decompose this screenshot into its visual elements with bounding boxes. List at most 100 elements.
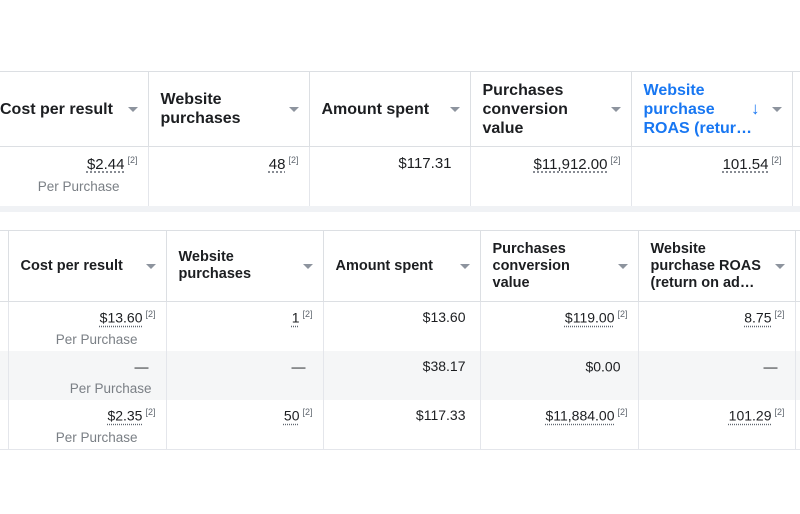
cell-amount-spent: $38.17 xyxy=(323,351,481,400)
footnote-marker: [2] xyxy=(127,155,138,165)
footnote-marker: [2] xyxy=(774,309,785,319)
column-header-website-purchase-roas[interactable]: Website purchase ROAS (retur… ↓ xyxy=(631,71,793,147)
cell-conversion-value: $11,912.00 [2] xyxy=(470,146,632,211)
roas-value[interactable]: 8.75 xyxy=(744,310,771,326)
column-header-website-purchases[interactable]: Website purchases xyxy=(166,230,324,302)
arrow-down-icon[interactable]: ↓ xyxy=(751,99,760,118)
table-row: $2.44 [2] Per Purchase 48 [2] $117.31 $11,… xyxy=(0,146,800,212)
cell-conversion-value: $119.00 [2] xyxy=(480,301,639,351)
column-header-overflow xyxy=(0,230,9,302)
cell-roas: 101.29 [2] xyxy=(638,400,796,450)
footnote-marker: [2] xyxy=(288,155,299,165)
result-type-label: Per Purchase xyxy=(55,331,138,347)
cell-overflow xyxy=(795,302,800,352)
footnote-marker: [2] xyxy=(610,155,621,165)
cell-website-purchases: — xyxy=(166,351,324,400)
column-header-purchases-conversion-value[interactable]: Purchases conversion value xyxy=(480,230,639,302)
header-row: Cost per result Website purchases Amount… xyxy=(0,230,800,302)
cell-roas: 101.54 [2] xyxy=(631,146,793,211)
cell-conversion-value: $11,884.00 [2] xyxy=(480,400,639,450)
column-header-purchases-conversion-value[interactable]: Purchases conversion value xyxy=(470,71,632,147)
column-header-label: Website purchases xyxy=(178,249,252,282)
footnote-marker: [2] xyxy=(145,309,156,319)
cost-value: — xyxy=(134,358,149,375)
cell-cost-per-result: $13.60 [2] Per Purchase xyxy=(8,301,167,351)
conversion-value: $0.00 xyxy=(585,358,621,375)
column-header-label: Purchases conversion value xyxy=(492,240,570,291)
column-header-label: Amount spent xyxy=(335,257,433,274)
cell-overflow xyxy=(0,301,9,351)
column-header-label: Cost per result xyxy=(0,100,113,118)
conversion-value[interactable]: $11,884.00 xyxy=(545,408,614,424)
table-row: $13.60 [2] Per Purchase 1 [2] $13.60 $119.… xyxy=(0,301,800,352)
cell-overflow xyxy=(795,400,800,450)
roas-value[interactable]: 101.54 xyxy=(723,156,769,173)
column-header-overflow xyxy=(792,71,800,147)
result-type-label: Per Purchase xyxy=(69,380,152,396)
conversion-value[interactable]: $119.00 xyxy=(565,310,615,326)
cost-value[interactable]: $2.35 xyxy=(107,408,142,424)
result-type-label: Per Purchase xyxy=(55,429,138,445)
section-divider xyxy=(0,206,800,212)
column-header-label: Website purchase ROAS (return on ad… xyxy=(650,240,761,291)
column-header-overflow xyxy=(795,230,800,302)
cell-amount-spent: $117.31 xyxy=(309,146,471,211)
cell-overflow xyxy=(0,351,9,400)
cell-cost-per-result: $2.35 [2] Per Purchase xyxy=(8,400,167,450)
cell-overflow xyxy=(0,400,9,450)
results-table-bottom: Cost per result Website purchases Amount… xyxy=(0,230,800,450)
column-header-website-purchases[interactable]: Website purchases xyxy=(148,71,310,147)
caret-down-icon[interactable] xyxy=(459,264,470,269)
column-header-label: Amount spent xyxy=(321,100,430,118)
caret-down-icon[interactable] xyxy=(449,107,460,112)
caret-down-icon[interactable] xyxy=(302,264,313,269)
footnote-marker: [2] xyxy=(617,309,628,319)
conversion-value[interactable]: $11,912.00 xyxy=(534,156,608,173)
spent-value: $38.17 xyxy=(422,358,466,374)
footnote-marker: [2] xyxy=(774,407,785,417)
caret-down-icon[interactable] xyxy=(145,264,156,269)
header-row: Cost per result Website purchases Amount… xyxy=(0,71,800,147)
cell-overflow xyxy=(795,351,800,400)
cell-cost-per-result: $2.44 [2] Per Purchase xyxy=(0,146,149,211)
caret-down-icon[interactable] xyxy=(771,107,782,112)
results-table-top: Cost per result Website purchases Amount… xyxy=(0,71,800,211)
cost-value[interactable]: $13.60 xyxy=(100,310,143,326)
spent-value: $13.60 xyxy=(422,309,466,325)
caret-down-icon[interactable] xyxy=(774,264,785,269)
column-header-cost-per-result[interactable]: Cost per result xyxy=(8,230,167,302)
table-row: — Per Purchase — $38.17 $0.00 — xyxy=(0,351,800,400)
purchases-value[interactable]: 50 xyxy=(284,408,300,424)
cell-website-purchases: 48 [2] xyxy=(148,146,310,211)
purchases-value[interactable]: 1 xyxy=(292,310,300,326)
column-header-amount-spent[interactable]: Amount spent xyxy=(323,230,481,302)
purchases-value[interactable]: 48 xyxy=(269,156,286,173)
cell-overflow xyxy=(792,147,800,212)
caret-down-icon[interactable] xyxy=(127,107,138,112)
caret-down-icon[interactable] xyxy=(617,264,628,269)
footnote-marker: [2] xyxy=(771,155,782,165)
cell-amount-spent: $117.33 xyxy=(323,400,481,450)
cost-value[interactable]: $2.44 xyxy=(87,156,125,173)
column-header-label: Purchases conversion value xyxy=(482,81,568,137)
column-header-amount-spent[interactable]: Amount spent xyxy=(309,71,471,147)
cell-amount-spent: $13.60 xyxy=(323,301,481,351)
roas-value[interactable]: 101.29 xyxy=(729,408,772,424)
caret-down-icon[interactable] xyxy=(288,107,299,112)
column-header-label: Cost per result xyxy=(20,257,123,274)
spent-value: $117.33 xyxy=(415,407,466,423)
result-type-label: Per Purchase xyxy=(37,179,120,194)
column-header-website-purchase-roas[interactable]: Website purchase ROAS (return on ad… xyxy=(638,230,796,302)
roas-value: — xyxy=(763,358,778,375)
cell-roas: — xyxy=(638,351,796,400)
footnote-marker: [2] xyxy=(302,407,313,417)
cell-website-purchases: 1 [2] xyxy=(166,301,324,351)
purchases-value: — xyxy=(291,358,306,375)
footnote-marker: [2] xyxy=(617,407,628,417)
cell-cost-per-result: — Per Purchase xyxy=(8,351,167,400)
spent-value: $117.31 xyxy=(398,155,452,172)
caret-down-icon[interactable] xyxy=(610,107,621,112)
column-header-cost-per-result[interactable]: Cost per result xyxy=(0,71,149,147)
cell-conversion-value: $0.00 xyxy=(480,351,639,400)
column-header-label: Website purchase ROAS (retur… xyxy=(643,81,752,137)
